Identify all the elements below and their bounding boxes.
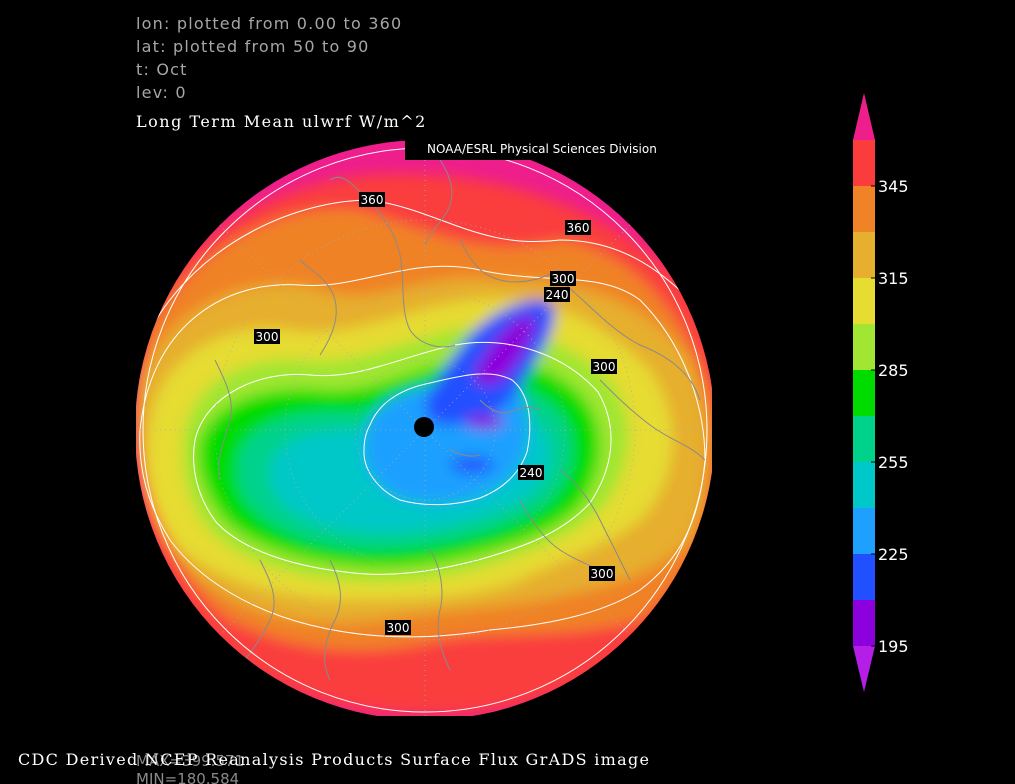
colorbar-label: 255 — [878, 453, 909, 472]
colorbar: 345 315 285 255 225 195 — [853, 93, 909, 692]
svg-text:300: 300 — [552, 272, 575, 286]
svg-text:300: 300 — [256, 330, 279, 344]
colorbar-segment — [853, 278, 875, 324]
svg-text:300: 300 — [387, 621, 410, 635]
colorbar-segment — [853, 186, 875, 232]
colorbar-segment — [853, 462, 875, 508]
contour-label: 300 — [589, 566, 615, 581]
north-pole-dot — [414, 417, 434, 437]
contour-label: 240 — [544, 287, 570, 302]
colorbar-segment — [853, 232, 875, 278]
map-title: Long Term Mean ulwrf W/m^2 — [136, 112, 427, 131]
field-band-225-blob — [450, 457, 494, 473]
svg-text:360: 360 — [361, 193, 384, 207]
polar-map: 360 360 300 240 300 300 240 300 300 — [136, 140, 712, 716]
colorbar-bottom-arrow — [853, 646, 875, 692]
svg-text:240: 240 — [546, 288, 569, 302]
svg-text:240: 240 — [520, 466, 543, 480]
contour-label: 300 — [254, 329, 280, 344]
footer-credit: CDC Derived NCEP Reanalysis Products Sur… — [18, 750, 651, 769]
contour-label: 240 — [518, 465, 544, 480]
svg-text:300: 300 — [591, 567, 614, 581]
colorbar-segment — [853, 554, 875, 600]
contour-label: 300 — [385, 620, 411, 635]
contour-label: 360 — [359, 192, 385, 207]
colorbar-label: 195 — [878, 637, 909, 656]
contour-label: 300 — [550, 271, 576, 286]
colorbar-segment — [853, 600, 875, 646]
svg-text:300: 300 — [593, 360, 616, 374]
colorbar-label: 225 — [878, 545, 909, 564]
contour-label: 360 — [565, 220, 591, 235]
colorbar-top-arrow — [853, 93, 875, 140]
colorbar-segment — [853, 324, 875, 370]
colorbar-label: 345 — [878, 177, 909, 196]
colorbar-segment — [853, 416, 875, 462]
credit-box: NOAA/ESRL Physical Sciences Division — [405, 138, 717, 160]
colorbar-label: 285 — [878, 361, 909, 380]
colorbar-segment — [853, 140, 875, 186]
min-value: MIN=180.584 — [136, 770, 240, 784]
colorbar-label: 315 — [878, 269, 909, 288]
colorbar-segment — [853, 370, 875, 416]
svg-text:360: 360 — [567, 221, 590, 235]
contour-label: 300 — [591, 359, 617, 374]
field-band-225-blob2 — [465, 415, 505, 429]
colorbar-segment — [853, 508, 875, 554]
